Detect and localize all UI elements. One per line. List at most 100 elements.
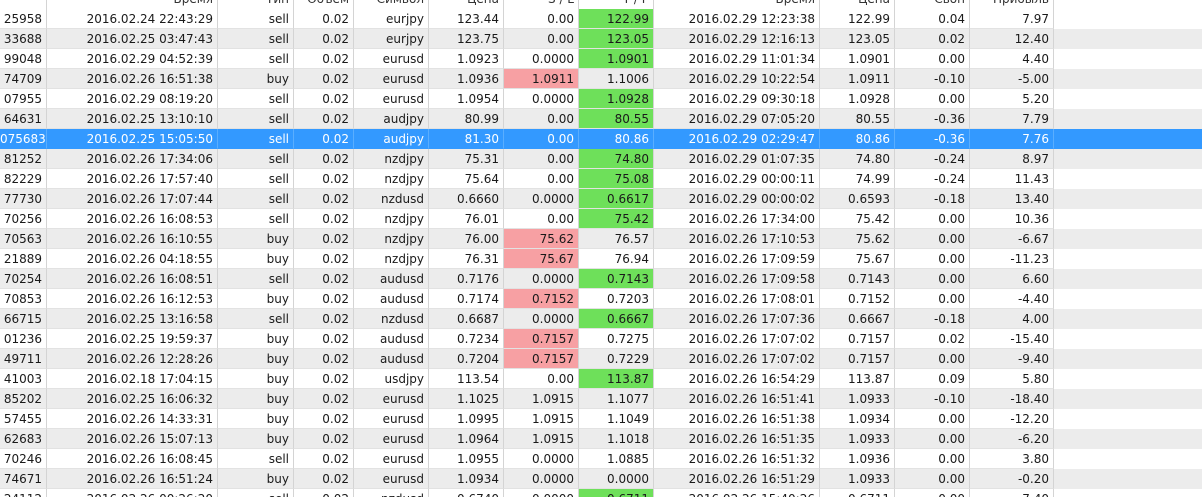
cell-close-price: 1.0933 [820,389,895,409]
table-row[interactable]: 81252 2016.02.26 17:34:06 sell 0.02 nzdjpy 75… [0,149,1202,169]
cell-profit: 4.40 [970,49,1054,69]
table-row[interactable]: 66715 2016.02.25 13:16:58 sell 0.02 nzdusd 0.… [0,309,1202,329]
cell-ticket: 81252 [0,149,47,169]
cell-close-time: 2016.02.26 17:09:59 [654,249,820,269]
column-header-tp[interactable]: T / P [579,0,654,9]
table-row[interactable]: 70254 2016.02.26 16:08:51 sell 0.02 audusd 0.… [0,269,1202,289]
cell-symbol: nzdusd [354,189,429,209]
column-header-sl[interactable]: S / L [504,0,579,9]
table-row[interactable]: 33688 2016.02.25 03:47:43 sell 0.02 eurjpy 12… [0,29,1202,49]
cell-sl: 0.0000 [504,309,579,329]
cell-sl: 0.0000 [504,269,579,289]
column-header-close-price[interactable]: Цена [820,0,895,9]
cell-symbol: eurusd [354,409,429,429]
cell-close-time: 2016.02.26 17:07:02 [654,349,820,369]
cell-close-time: 2016.02.26 16:51:41 [654,389,820,409]
table-row[interactable]: 075683 2016.02.25 15:05:50 sell 0.02 audjpy 8… [0,129,1202,149]
cell-type: sell [218,49,294,69]
table-row[interactable]: 57455 2016.02.26 14:33:31 buy 0.02 eurusd 1.0… [0,409,1202,429]
cell-close-time: 2016.02.26 17:34:00 [654,209,820,229]
column-header-volume[interactable]: Объем [294,0,354,9]
cell-swap: 0.02 [895,29,970,49]
cell-swap: -0.36 [895,109,970,129]
cell-tp: 122.99 [579,9,654,29]
cell-type: buy [218,349,294,369]
table-row[interactable]: 41003 2016.02.18 17:04:15 buy 0.02 usdjpy 113… [0,369,1202,389]
cell-symbol: eurjpy [354,9,429,29]
cell-tp: 80.86 [579,129,654,149]
cell-volume: 0.02 [294,49,354,69]
table-row[interactable]: 70563 2016.02.26 16:10:55 buy 0.02 nzdjpy 76.… [0,229,1202,249]
cell-profit: -4.40 [970,289,1054,309]
cell-open-price: 80.99 [429,109,504,129]
table-row[interactable]: 62683 2016.02.26 15:07:13 buy 0.02 eurusd 1.0… [0,429,1202,449]
table-row[interactable]: 25958 2016.02.24 22:43:29 sell 0.02 eurjpy 12… [0,9,1202,29]
cell-type: sell [218,29,294,49]
cell-close-time: 2016.02.29 02:29:47 [654,129,820,149]
cell-type: sell [218,449,294,469]
column-header-symbol[interactable]: Символ [354,0,429,9]
column-header-open-time[interactable]: Время [47,0,218,9]
column-header-swap[interactable]: Своп [895,0,970,9]
column-header-ticket[interactable] [0,0,47,9]
column-header-open-price[interactable]: Цена [429,0,504,9]
cell-ticket: 74709 [0,69,47,89]
cell-profit: 13.40 [970,189,1054,209]
table-row[interactable]: 49711 2016.02.26 12:28:26 buy 0.02 audusd 0.7… [0,349,1202,369]
cell-tp: 1.1077 [579,389,654,409]
cell-tp: 113.87 [579,369,654,389]
table-row[interactable]: 241122016.02.26 00:26:20sell0.02nzdusd0.… [0,489,1202,497]
cell-sl: 0.7152 [504,289,579,309]
cell-volume: 0.02 [294,89,354,109]
cell-profit: 11.43 [970,169,1054,189]
table-row[interactable]: 82229 2016.02.26 17:57:40 sell 0.02 nzdjpy 75… [0,169,1202,189]
table-row[interactable]: 85202 2016.02.25 16:06:32 buy 0.02 eurusd 1.1… [0,389,1202,409]
cell-ticket: 24112 [0,489,47,497]
table-row[interactable]: 21889 2016.02.26 04:18:55 buy 0.02 nzdjpy 76.… [0,249,1202,269]
cell-open-time: 2016.02.26 17:57:40 [47,169,218,189]
cell-symbol: nzdusd [354,309,429,329]
cell-tp: 1.0928 [579,89,654,109]
cell-profit: -5.00 [970,69,1054,89]
cell-open-time: 2016.02.18 17:04:15 [47,369,218,389]
cell-ticket: 25958 [0,9,47,29]
cell-ticket: 74671 [0,469,47,489]
cell-open-price: 81.30 [429,129,504,149]
cell-sl: 0.0000 [504,89,579,109]
cell-type: sell [218,209,294,229]
cell-volume: 0.02 [294,69,354,89]
cell-tp: 1.1018 [579,429,654,449]
cell-type: sell [218,109,294,129]
cell-ticket: 70256 [0,209,47,229]
table-row[interactable]: 70246 2016.02.26 16:08:45 sell 0.02 eurusd 1.… [0,449,1202,469]
table-row[interactable]: 64631 2016.02.25 13:10:10 sell 0.02 audjpy 80… [0,109,1202,129]
column-header-profit[interactable]: Прибыль [970,0,1054,9]
table-row[interactable]: 77730 2016.02.26 17:07:44 sell 0.02 nzdusd 0.… [0,189,1202,209]
cell-open-price: 1.0934 [429,469,504,489]
table-row[interactable]: 74709 2016.02.26 16:51:38 buy 0.02 eurusd 1.0… [0,69,1202,89]
cell-swap: 0.00 [895,89,970,109]
cell-volume: 0.02 [294,249,354,269]
table-row[interactable]: 74671 2016.02.26 16:51:24 buy 0.02 eurusd 1.0… [0,469,1202,489]
cell-type: buy [218,429,294,449]
table-row[interactable]: 99048 2016.02.29 04:52:39 sell 0.02 eurusd 1.… [0,49,1202,69]
cell-close-price: 1.0934 [820,409,895,429]
cell-close-time: 2016.02.29 11:01:34 [654,49,820,69]
cell-open-time: 2016.02.26 16:51:38 [47,69,218,89]
cell-tp: 0.6667 [579,309,654,329]
cell-tp: 75.42 [579,209,654,229]
cell-sl: 0.00 [504,209,579,229]
table-row[interactable]: 70256 2016.02.26 16:08:53 sell 0.02 nzdjpy 76… [0,209,1202,229]
table-row[interactable]: 70853 2016.02.26 16:12:53 buy 0.02 audusd 0.7… [0,289,1202,309]
cell-open-price: 1.0936 [429,69,504,89]
cell-open-time: 2016.02.26 16:51:24 [47,469,218,489]
column-header-type[interactable]: Тип [218,0,294,9]
cell-close-price: 1.0928 [820,89,895,109]
table-row[interactable]: 07955 2016.02.29 08:19:20 sell 0.02 eurusd 1.… [0,89,1202,109]
cell-ticket: 64631 [0,109,47,129]
cell-symbol: audusd [354,329,429,349]
cell-close-time: 2016.02.29 09:30:18 [654,89,820,109]
table-row[interactable]: 01236 2016.02.25 19:59:37 buy 0.02 audusd 0.7… [0,329,1202,349]
cell-swap: 0.00 [895,289,970,309]
column-header-close-time[interactable]: Время [654,0,820,9]
